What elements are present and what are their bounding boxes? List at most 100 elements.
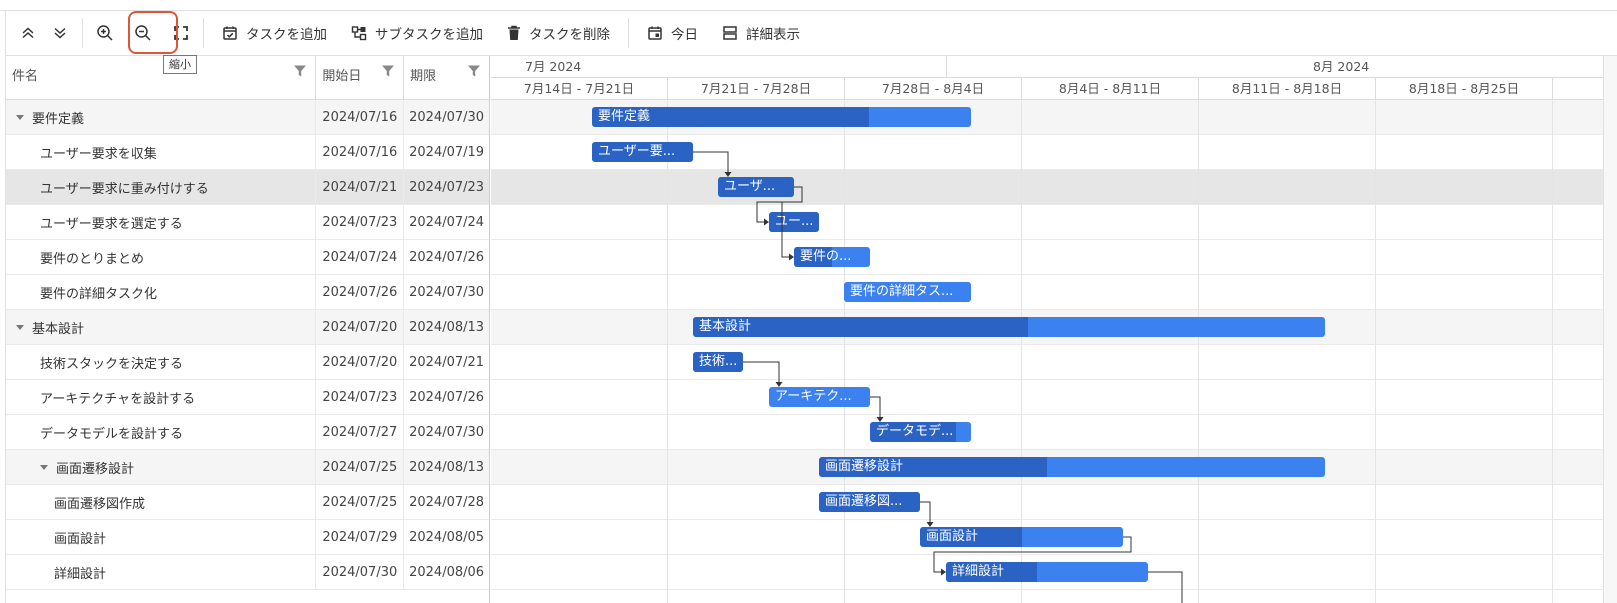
table-row[interactable]: 詳細設計 2024/07/30 2024/08/06 xyxy=(6,554,489,590)
task-bar[interactable]: ユー... xyxy=(769,212,819,232)
filter-icon[interactable] xyxy=(381,64,395,78)
task-bar[interactable]: アーキテク... xyxy=(769,387,870,407)
start-date-cell[interactable]: 2024/07/29 xyxy=(316,519,405,555)
end-date-cell[interactable]: 2024/07/30 xyxy=(404,100,489,135)
task-name-cell[interactable]: アーキテクチャを設計する xyxy=(6,379,317,415)
zoom-in-button[interactable] xyxy=(89,16,121,50)
table-row[interactable]: 技術スタックを決定する 2024/07/20 2024/07/21 xyxy=(6,344,489,380)
task-name-cell[interactable]: 要件のとりまとめ xyxy=(6,239,317,275)
zoom-out-button[interactable] xyxy=(127,16,159,50)
task-name-cell[interactable]: 技術スタックを決定する xyxy=(6,344,317,380)
start-date-cell[interactable]: 2024/07/25 xyxy=(316,484,405,520)
expand-toggle-icon[interactable] xyxy=(40,464,48,470)
table-row[interactable]: 画面設計 2024/07/29 2024/08/05 xyxy=(6,519,489,555)
start-date-cell[interactable]: 2024/07/23 xyxy=(316,204,405,240)
table-row[interactable]: アーキテクチャを設計する 2024/07/23 2024/07/26 xyxy=(6,379,489,415)
column-header-start[interactable]: 開始日 xyxy=(316,56,405,99)
task-bar[interactable]: データモデ... xyxy=(870,422,971,442)
task-name-cell[interactable]: ユーザー要求を選定する xyxy=(6,204,317,240)
task-bar-label: アーキテク... xyxy=(775,389,852,404)
fit-to-screen-button[interactable] xyxy=(165,16,197,50)
task-bar[interactable]: 画面遷移図... xyxy=(819,492,920,512)
start-date-cell[interactable]: 2024/07/27 xyxy=(316,414,405,450)
end-date-cell[interactable]: 2024/07/21 xyxy=(404,345,489,380)
task-bar[interactable]: 要件の... xyxy=(794,247,870,267)
summary-task-bar[interactable]: 要件定義 xyxy=(592,107,971,127)
summary-task-bar[interactable]: 基本設計 xyxy=(693,317,1325,337)
task-bar[interactable]: 要件の詳細タス... xyxy=(844,282,971,302)
table-row[interactable]: 要件のとりまとめ 2024/07/24 2024/07/26 xyxy=(6,239,489,275)
start-date-cell[interactable]: 2024/07/20 xyxy=(316,344,405,380)
task-name-cell[interactable]: データモデルを設計する xyxy=(6,414,317,450)
column-header-name[interactable]: 件名 xyxy=(6,56,317,99)
task-name-cell[interactable]: 基本設計 xyxy=(6,309,317,345)
end-date-cell[interactable]: 2024/07/26 xyxy=(404,240,489,275)
end-date-cell[interactable]: 2024/07/30 xyxy=(404,275,489,310)
end-date-cell[interactable]: 2024/08/13 xyxy=(404,450,489,485)
end-date-cell[interactable]: 2024/07/23 xyxy=(404,170,489,205)
details-view-button[interactable]: 詳細表示 xyxy=(710,16,812,50)
expand-toggle-icon[interactable] xyxy=(16,324,24,330)
start-date-cell[interactable]: 2024/07/16 xyxy=(316,99,405,135)
task-bar-label: 要件の詳細タス... xyxy=(850,284,954,299)
end-date-cell[interactable]: 2024/07/30 xyxy=(404,415,489,450)
collapse-all-button[interactable] xyxy=(12,16,44,50)
task-bar[interactable]: 技術... xyxy=(693,352,743,372)
table-row[interactable]: ユーザー要求を収集 2024/07/16 2024/07/19 xyxy=(6,134,489,170)
chart-row xyxy=(491,240,1617,275)
expand-toggle-icon[interactable] xyxy=(16,114,24,120)
task-name: 画面設計 xyxy=(54,531,107,547)
column-header-end[interactable]: 期限 xyxy=(404,56,489,99)
end-date-cell[interactable]: 2024/08/06 xyxy=(404,555,489,590)
vertical-scrollbar[interactable] xyxy=(1603,56,1617,603)
task-name-cell[interactable]: 要件の詳細タスク化 xyxy=(6,274,317,310)
start-date-cell[interactable]: 2024/07/16 xyxy=(316,134,405,170)
table-row[interactable]: 要件定義 2024/07/16 2024/07/30 xyxy=(6,99,489,135)
grid-header: 件名 開始日 期限 xyxy=(6,56,489,100)
delete-task-button[interactable]: タスクを削除 xyxy=(495,16,622,50)
table-row[interactable]: 基本設計 2024/07/20 2024/08/13 xyxy=(6,309,489,345)
filter-icon[interactable] xyxy=(293,64,307,78)
table-row[interactable]: 画面遷移図作成 2024/07/25 2024/07/28 xyxy=(6,484,489,520)
filter-icon[interactable] xyxy=(467,64,481,78)
start-date-cell[interactable]: 2024/07/20 xyxy=(316,309,405,345)
start-date-cell[interactable]: 2024/07/23 xyxy=(316,379,405,415)
task-bar-label: 詳細設計 xyxy=(952,564,1005,579)
start-date-cell[interactable]: 2024/07/30 xyxy=(316,554,405,590)
task-bar[interactable]: ユーザー要... xyxy=(592,142,693,162)
task-bar[interactable]: 画面設計 xyxy=(920,527,1123,547)
task-name: 要件定義 xyxy=(32,111,85,127)
end-date-cell[interactable]: 2024/07/24 xyxy=(404,205,489,240)
end-date-cell[interactable]: 2024/07/19 xyxy=(404,135,489,170)
add-task-button[interactable]: タスクを追加 xyxy=(210,16,339,50)
end-date-cell[interactable]: 2024/07/26 xyxy=(404,380,489,415)
end-date-cell[interactable]: 2024/08/13 xyxy=(404,310,489,345)
table-row[interactable]: 画面遷移設計 2024/07/25 2024/08/13 xyxy=(6,449,489,485)
start-date-cell[interactable]: 2024/07/24 xyxy=(316,239,405,275)
task-name-cell[interactable]: ユーザー要求を収集 xyxy=(6,134,317,170)
end-date-cell[interactable]: 2024/08/05 xyxy=(404,520,489,555)
task-bar[interactable]: 詳細設計 xyxy=(946,562,1148,582)
task-name-cell[interactable]: 画面遷移設計 xyxy=(6,449,317,485)
today-button[interactable]: 今日 xyxy=(635,16,710,50)
start-date-cell[interactable]: 2024/07/26 xyxy=(316,274,405,310)
table-row[interactable]: ユーザー要求を選定する 2024/07/23 2024/07/24 xyxy=(6,204,489,240)
end-date-cell[interactable]: 2024/07/28 xyxy=(404,485,489,520)
task-name: ユーザー要求に重み付けする xyxy=(40,181,209,197)
start-date-cell[interactable]: 2024/07/21 xyxy=(316,169,405,205)
expand-all-button[interactable] xyxy=(44,16,76,50)
task-name: 要件の詳細タスク化 xyxy=(40,286,158,302)
start-date-cell[interactable]: 2024/07/25 xyxy=(316,449,405,485)
table-row[interactable]: データモデルを設計する 2024/07/27 2024/07/30 xyxy=(6,414,489,450)
task-bar[interactable]: ユーザ... xyxy=(718,177,794,197)
task-name-cell[interactable]: 画面設計 xyxy=(6,519,317,555)
task-name-cell[interactable]: ユーザー要求に重み付けする xyxy=(6,169,317,205)
grid-body: 要件定義 2024/07/16 2024/07/30 ユーザー要求を収集 2024/07… xyxy=(6,99,489,590)
task-name-cell[interactable]: 詳細設計 xyxy=(6,554,317,590)
task-name-cell[interactable]: 画面遷移図作成 xyxy=(6,484,317,520)
task-name-cell[interactable]: 要件定義 xyxy=(6,99,317,135)
add-subtask-button[interactable]: サブタスクを追加 xyxy=(339,16,495,50)
table-row[interactable]: ユーザー要求に重み付けする 2024/07/21 2024/07/23 xyxy=(6,169,489,205)
summary-task-bar[interactable]: 画面遷移設計 xyxy=(819,457,1325,477)
table-row[interactable]: 要件の詳細タスク化 2024/07/26 2024/07/30 xyxy=(6,274,489,310)
